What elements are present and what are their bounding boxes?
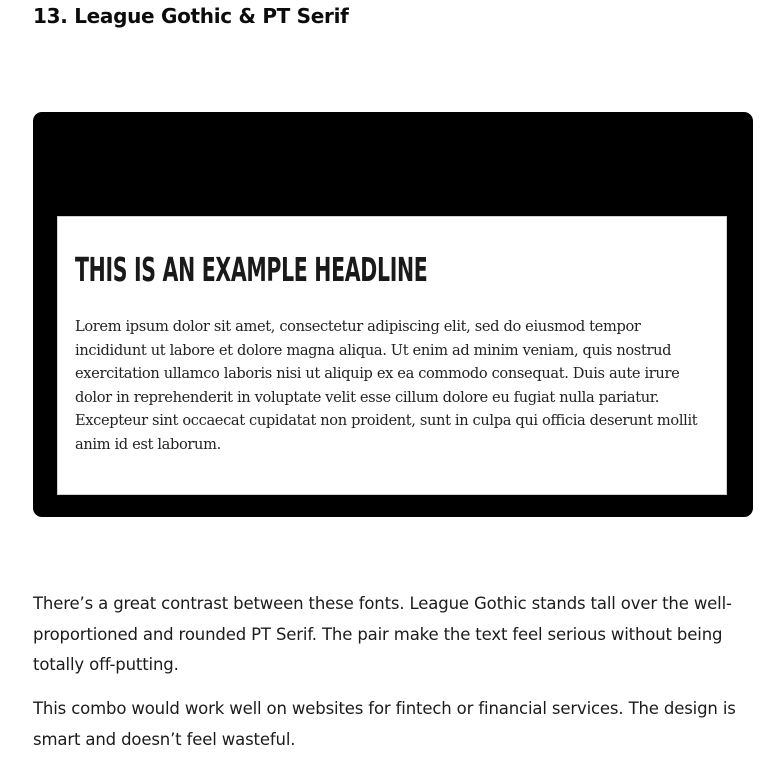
article-paragraph-usage: This combo would work well on websites f… <box>33 699 736 749</box>
section-heading: 13. League Gothic & PT Serif <box>33 4 349 28</box>
font-pairing-example-image: THIS IS AN EXAMPLE HEADLINE Lorem ipsum … <box>33 112 753 517</box>
example-body-text: Lorem ipsum dolor sit amet, consectetur … <box>75 318 698 453</box>
example-headline: THIS IS AN EXAMPLE HEADLINE <box>75 250 428 289</box>
example-sheet: THIS IS AN EXAMPLE HEADLINE Lorem ipsum … <box>57 216 727 495</box>
article-paragraph-contrast: There’s a great contrast between these f… <box>33 594 732 674</box>
